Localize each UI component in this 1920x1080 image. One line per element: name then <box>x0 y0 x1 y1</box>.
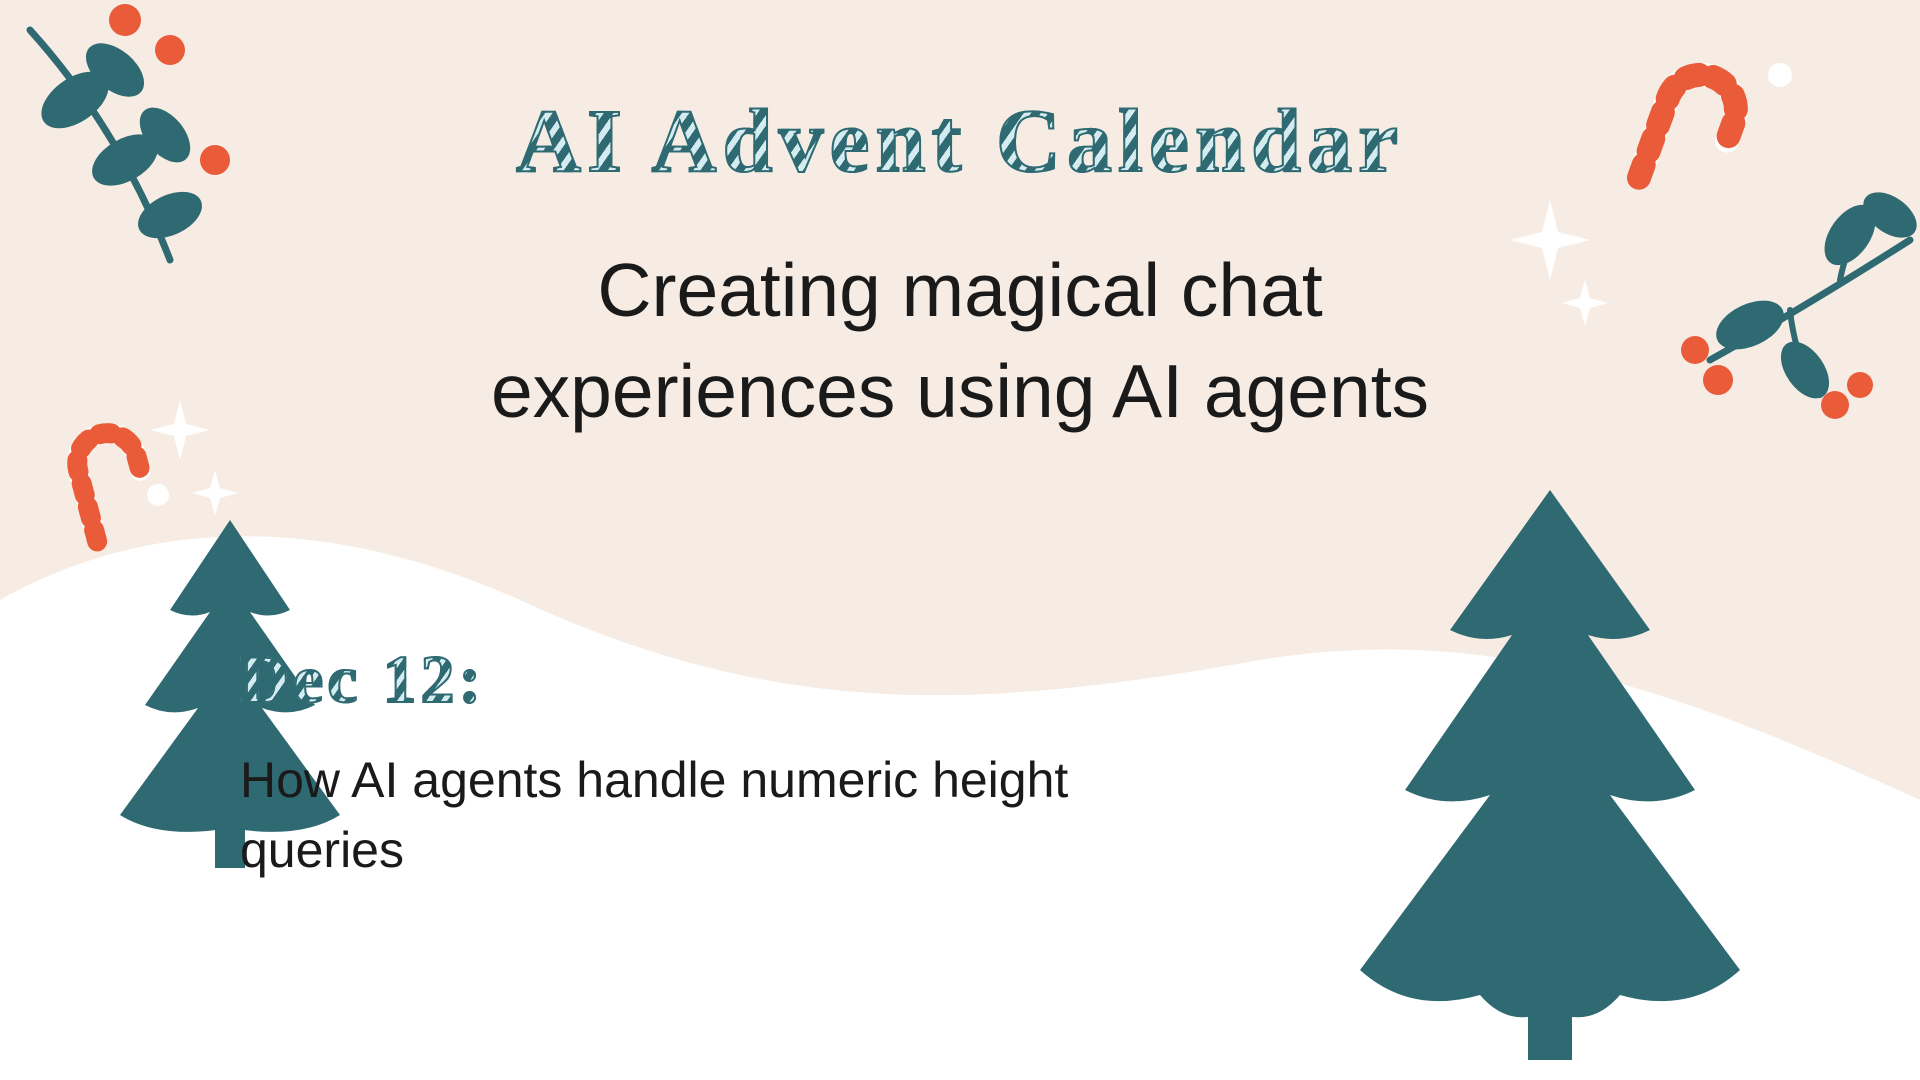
tree-large-icon <box>1300 490 1800 1070</box>
date-label: Dec 12: <box>240 640 485 719</box>
page-subtitle: Creating magical chat experiences using … <box>0 240 1920 443</box>
page-title: AI Advent Calendar <box>0 90 1920 193</box>
topic-text: How AI agents handle numeric height quer… <box>240 745 1140 885</box>
